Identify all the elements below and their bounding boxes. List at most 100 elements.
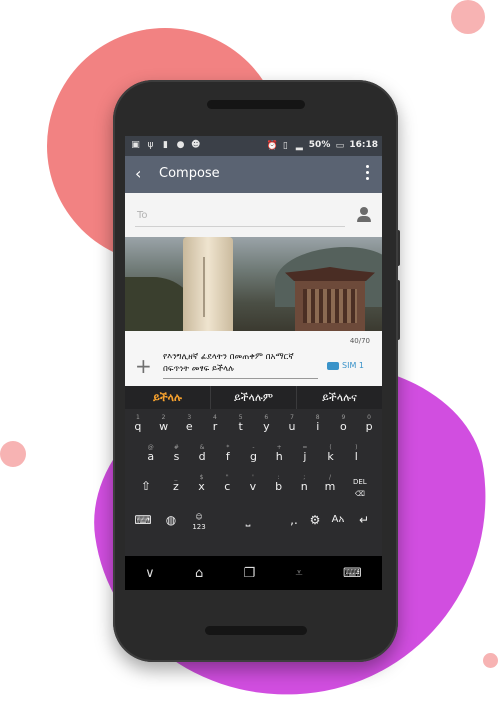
key-hint: 1: [135, 414, 140, 421]
key-g[interactable]: -g: [241, 442, 267, 470]
status-right: ⏰ ▯ ▂ 50% ▭ 16:18: [267, 140, 378, 151]
keyboard-settings-icon[interactable]: ⌨: [129, 506, 157, 534]
key-a[interactable]: @ a: [138, 442, 164, 470]
key-row-1: 1q2w3e4r5t6y7u8i9o0p: [125, 412, 382, 440]
key-s[interactable]: # s: [164, 442, 190, 470]
key-hint: =: [302, 444, 308, 451]
suggestion-bar: ይችላሉ ይችላሉም ይችላሉና: [125, 386, 382, 409]
key-j[interactable]: = j: [292, 442, 318, 470]
android-icon: ☻: [191, 140, 201, 150]
recipient-row: To: [125, 193, 382, 237]
key-x[interactable]: $ x: [189, 472, 215, 500]
key-c[interactable]: " c: [214, 472, 240, 500]
translit-key[interactable]: Aአ: [325, 506, 351, 534]
page-title: Compose: [159, 166, 220, 181]
globe-icon[interactable]: ◍: [157, 506, 185, 534]
key-label: u: [288, 420, 296, 433]
key-hint: &: [199, 444, 205, 451]
gear-icon[interactable]: ⚙: [305, 506, 325, 534]
key-t[interactable]: 5t: [228, 412, 254, 440]
key-f[interactable]: * f: [215, 442, 241, 470]
back-icon[interactable]: ∨: [145, 566, 155, 581]
key-label: q: [134, 420, 142, 433]
key-b[interactable]: :b: [266, 472, 292, 500]
suggestion-item[interactable]: ይችላሉና: [297, 386, 382, 409]
delete-key[interactable]: DEL ⌫: [343, 472, 377, 500]
key-label: x: [198, 480, 205, 493]
key-row-4: ⌨ ◍ ☺ 123 ⎵ ,. ⚙ Aአ ↵: [125, 506, 382, 534]
key-hint: 4: [213, 414, 217, 421]
key-label: b: [275, 480, 283, 493]
key-u[interactable]: 7u: [279, 412, 305, 440]
suggestion-item[interactable]: ይችላሉ: [125, 386, 211, 409]
signal-icon: ▂: [295, 140, 303, 151]
attached-photo[interactable]: [125, 237, 382, 331]
key-p[interactable]: 0p: [356, 412, 382, 440]
char-counter: 40/70: [349, 337, 370, 345]
key-label: h: [275, 450, 283, 463]
key-hint: 3: [187, 414, 192, 421]
key-hint: ;: [303, 474, 306, 481]
key-v[interactable]: ' v: [240, 472, 266, 500]
key-z[interactable]: _ z: [163, 472, 189, 500]
key-l[interactable]: ) l: [343, 442, 369, 470]
battery-percent: 50%: [308, 140, 331, 150]
clock: 16:18: [349, 140, 378, 150]
recipient-underline: [135, 226, 345, 227]
punctuation-key[interactable]: ,.: [283, 506, 305, 534]
shift-key[interactable]: ⇧: [129, 472, 163, 500]
key-h[interactable]: + h: [266, 442, 292, 470]
numbers-key[interactable]: ☺ 123: [185, 506, 213, 534]
key-k[interactable]: (k: [318, 442, 344, 470]
suggestion-item[interactable]: ይችላሉም: [211, 386, 297, 409]
keyboard-switch-icon[interactable]: ⌨: [343, 566, 362, 581]
key-o[interactable]: 9o: [331, 412, 357, 440]
key-row-2: @ a # s & d * f - g + h = j(k) l: [125, 442, 382, 470]
key-label: w: [159, 420, 169, 433]
recents-icon[interactable]: ❐: [243, 566, 255, 581]
key-hint: _: [174, 474, 178, 481]
key-hint: 5: [238, 414, 243, 421]
alarm-icon: ⏰: [266, 140, 279, 151]
message-underline: [163, 378, 318, 379]
phone-screen: ▣ ψ ▮ ● ☻ ⏰ ▯ ▂ 50% ▭ 16:18 ‹ Compose To: [125, 136, 382, 590]
key-label: v: [249, 480, 257, 493]
key-label: t: [238, 420, 243, 433]
key-label: d: [198, 450, 206, 463]
key-e[interactable]: 3e: [176, 412, 202, 440]
key-label: r: [212, 420, 218, 433]
key-label: z: [172, 480, 179, 493]
overflow-menu-icon[interactable]: [365, 165, 371, 183]
decor-dot-left: [0, 441, 26, 467]
key-y[interactable]: 6y: [254, 412, 280, 440]
battery-icon: ▭: [335, 140, 345, 151]
key-w[interactable]: 2w: [151, 412, 177, 440]
key-r[interactable]: 4r: [202, 412, 228, 440]
key-q[interactable]: 1q: [125, 412, 151, 440]
key-label: i: [316, 420, 320, 433]
send-button[interactable]: SIM 1: [327, 361, 364, 370]
key-n[interactable]: ; n: [291, 472, 317, 500]
key-i[interactable]: 8i: [305, 412, 331, 440]
photo-scroll: [183, 237, 233, 331]
sim-label: SIM 1: [342, 361, 364, 370]
enter-key[interactable]: ↵: [351, 506, 377, 534]
contact-picker-icon[interactable]: [356, 207, 372, 223]
back-arrow-icon[interactable]: ‹: [135, 165, 151, 183]
status-left-icons: ▣ ψ ▮ ● ☻: [131, 140, 200, 150]
hide-keyboard-icon[interactable]: ⩡: [295, 566, 302, 581]
space-bar[interactable]: ⎵: [213, 506, 283, 534]
sd-card-icon: ▮: [163, 140, 168, 150]
key-label: k: [327, 450, 334, 463]
key-m[interactable]: / m: [317, 472, 343, 500]
key-d[interactable]: & d: [189, 442, 215, 470]
key-label: l: [354, 450, 358, 463]
send-bubble-icon: [327, 361, 339, 370]
message-input[interactable]: የእንግሊዘኛ ፊደላትን በመጠቀም በአማርኛ በፍጥነት መፃፍ ይችላሉ: [163, 351, 313, 375]
status-bar: ▣ ψ ▮ ● ☻ ⏰ ▯ ▂ 50% ▭ 16:18: [125, 136, 382, 156]
home-icon[interactable]: ⌂: [195, 566, 203, 581]
attach-icon[interactable]: +: [135, 356, 152, 376]
decor-dot-right: [483, 653, 498, 668]
key-hint: 7: [290, 414, 294, 421]
recipient-input[interactable]: To: [137, 210, 148, 221]
